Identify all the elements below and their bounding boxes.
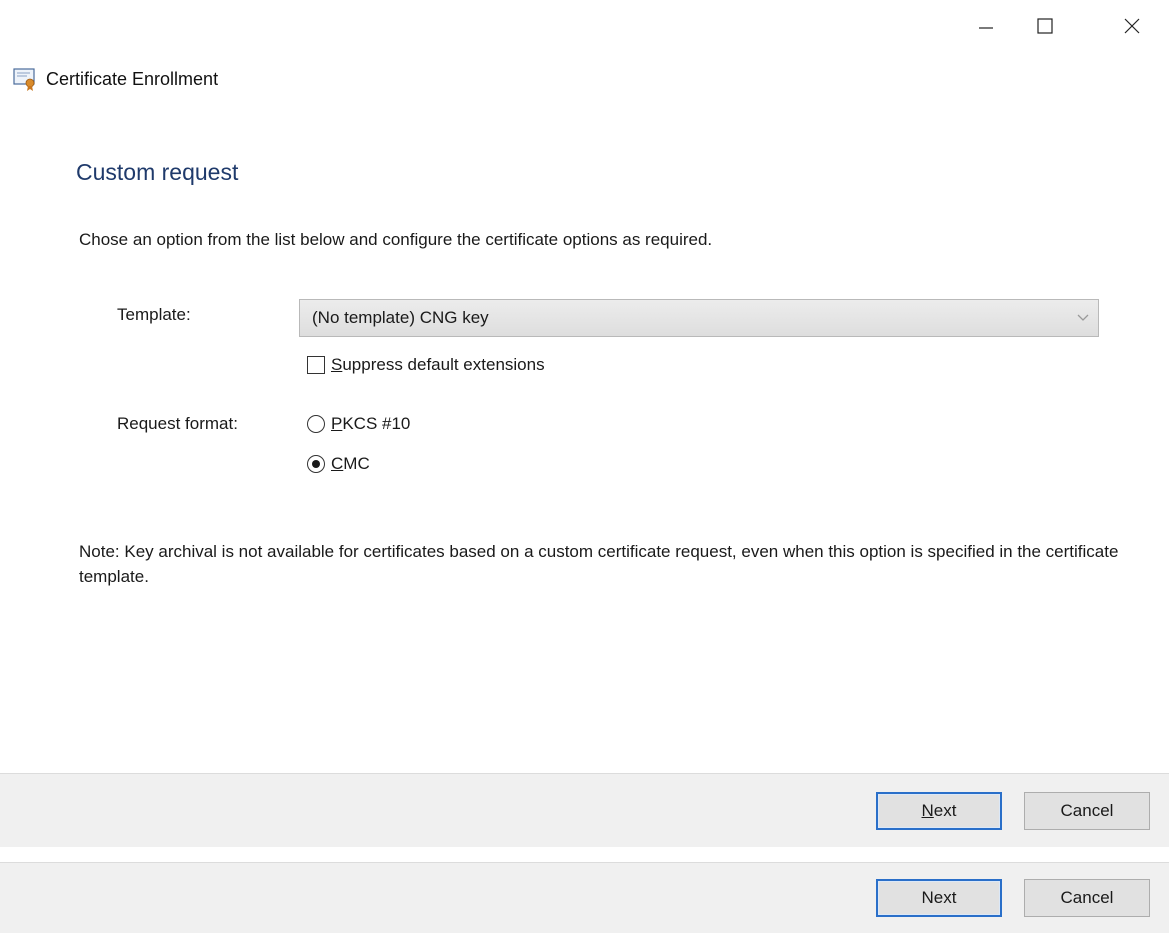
instruction-text: Chose an option from the list below and …: [79, 230, 713, 249]
cmc-label: CMC: [331, 454, 370, 473]
certificate-icon: [12, 66, 38, 92]
pkcs10-label: PKCS #10: [331, 414, 411, 433]
next-button[interactable]: Next: [876, 792, 1002, 830]
chevron-down-icon: [1068, 314, 1098, 322]
cancel-button[interactable]: Cancel: [1024, 792, 1150, 830]
page-heading: Custom request: [76, 159, 239, 185]
template-dropdown-value: (No template) CNG key: [312, 308, 489, 327]
cancel-button-secondary[interactable]: Cancel: [1024, 879, 1150, 917]
suppress-extensions-label: Suppress default extensions: [331, 355, 545, 374]
request-format-label: Request format:: [117, 414, 238, 433]
minimize-button[interactable]: [963, 6, 1009, 46]
maximize-button[interactable]: [1022, 6, 1068, 46]
cmc-radio-row[interactable]: CMC: [307, 452, 370, 476]
window-title: Certificate Enrollment: [46, 69, 219, 89]
cmc-radio[interactable]: [307, 455, 325, 473]
template-label: Template:: [117, 305, 191, 324]
maximize-icon: [1037, 18, 1053, 34]
next-button-secondary[interactable]: Next: [876, 879, 1002, 917]
key-archival-note: Note: Key archival is not available for …: [79, 542, 1119, 586]
pkcs10-radio[interactable]: [307, 415, 325, 433]
close-icon: [1124, 18, 1140, 34]
minimize-icon: [979, 27, 993, 29]
close-button[interactable]: [1109, 6, 1155, 46]
pkcs10-radio-row[interactable]: PKCS #10: [307, 412, 410, 436]
suppress-extensions-checkbox-row[interactable]: Suppress default extensions: [307, 353, 545, 377]
template-dropdown[interactable]: (No template) CNG key: [299, 299, 1099, 337]
suppress-extensions-checkbox[interactable]: [307, 356, 325, 374]
